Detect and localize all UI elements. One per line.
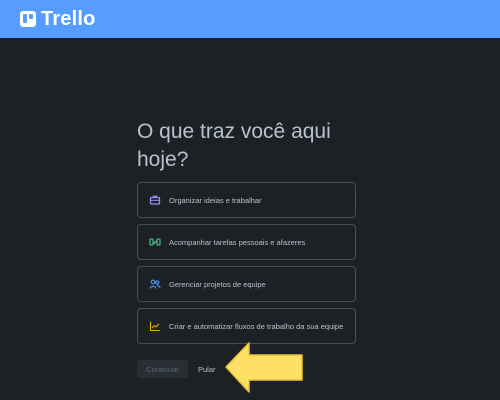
page-title: O que traz você aqui hoje? <box>137 120 331 171</box>
logo-text: Trello <box>41 7 96 30</box>
left-arrow-icon <box>225 342 303 393</box>
option-personal-tasks[interactable]: Acompanhar tarefas pessoais e afazeres <box>137 224 356 260</box>
trello-logo-icon <box>20 11 36 27</box>
option-organize-ideas[interactable]: Organizar ideias e trabalhar <box>137 182 356 218</box>
chart-line-icon <box>149 321 160 332</box>
option-automate-workflows[interactable]: Criar e automatizar fluxos de trabalho d… <box>137 308 356 344</box>
top-bar: Trello <box>0 0 500 38</box>
option-label: Organizar ideias e trabalhar <box>169 195 262 205</box>
trello-logo[interactable]: Trello <box>20 8 96 31</box>
option-label: Criar e automatizar fluxos de trabalho d… <box>169 321 344 331</box>
option-team-projects[interactable]: Gerenciar projetos de equipe <box>137 266 356 302</box>
onboarding-page: Trello O que traz você aqui hoje? Organi… <box>0 0 500 400</box>
continue-button[interactable]: Continuar <box>137 360 188 378</box>
option-label: Gerenciar projetos de equipe <box>169 279 266 289</box>
footer-actions: Continuar Pular <box>137 360 216 378</box>
briefcase-icon <box>149 195 161 205</box>
question-panel: O que traz você aqui hoje? Organizar ide… <box>137 118 358 350</box>
skip-button[interactable]: Pular <box>198 365 216 374</box>
checklist-icon <box>149 238 161 246</box>
option-label: Acompanhar tarefas pessoais e afazeres <box>169 237 306 247</box>
people-icon <box>149 279 161 289</box>
